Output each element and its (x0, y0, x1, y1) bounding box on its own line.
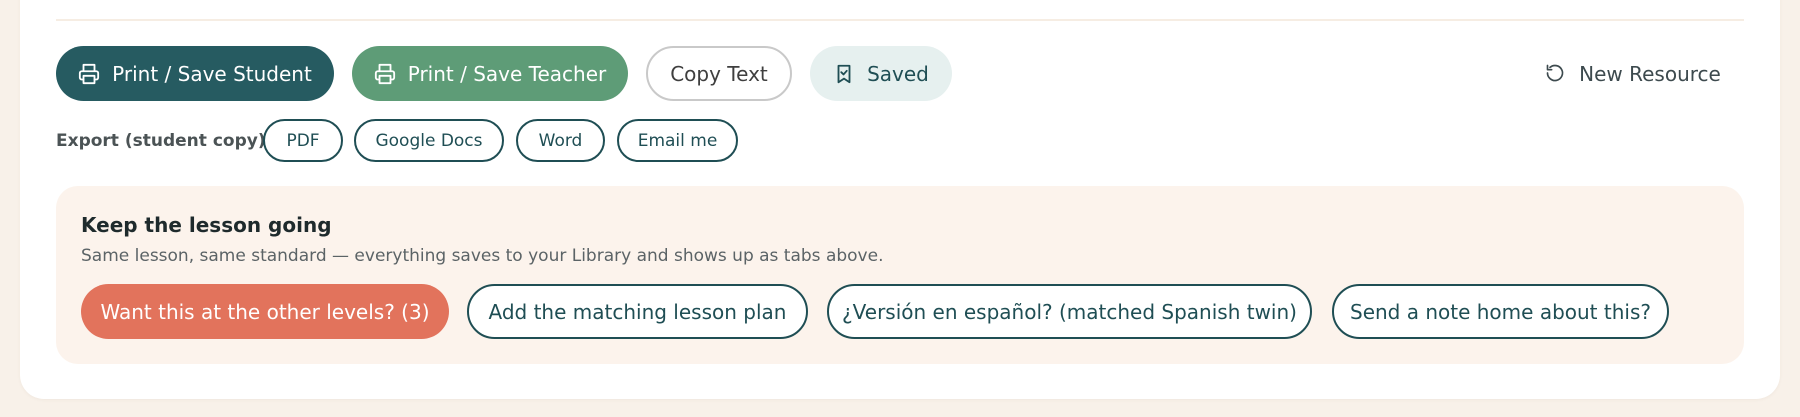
action-bar: Print / Save Student Print / Save Teache… (56, 46, 1744, 101)
printer-icon (78, 63, 100, 85)
print-save-student-label: Print / Save Student (112, 61, 312, 86)
print-save-student-button[interactable]: Print / Save Student (56, 46, 334, 101)
add-lesson-plan-button[interactable]: Add the matching lesson plan (467, 284, 808, 339)
copy-text-button[interactable]: Copy Text (646, 46, 792, 101)
other-levels-button[interactable]: Want this at the other levels? (3) (81, 284, 449, 339)
export-pdf-button[interactable]: PDF (263, 119, 343, 162)
export-label: Export (student copy): (56, 131, 273, 151)
export-email-button[interactable]: Email me (617, 119, 738, 162)
saved-label: Saved (867, 61, 929, 86)
new-resource-button[interactable]: New Resource (1522, 46, 1744, 101)
export-google-docs-button[interactable]: Google Docs (354, 119, 504, 162)
print-save-teacher-label: Print / Save Teacher (407, 61, 607, 86)
keep-lesson-going-panel: Keep the lesson going Same lesson, same … (56, 186, 1744, 364)
new-resource-label: New Resource (1579, 61, 1721, 86)
saved-button[interactable]: Saved (810, 46, 952, 101)
divider (56, 19, 1744, 21)
refresh-icon (1545, 63, 1567, 85)
panel-title: Keep the lesson going (81, 213, 332, 237)
print-save-teacher-button[interactable]: Print / Save Teacher (352, 46, 628, 101)
spanish-version-button[interactable]: ¿Versión en español? (matched Spanish tw… (827, 284, 1312, 339)
send-note-home-button[interactable]: Send a note home about this? (1332, 284, 1669, 339)
bookmark-check-icon (833, 63, 855, 85)
export-word-button[interactable]: Word (516, 119, 605, 162)
panel-subtitle: Same lesson, same standard — everything … (81, 246, 884, 266)
printer-icon (374, 63, 396, 85)
export-row: Export (student copy): PDF Google Docs W… (56, 119, 1056, 162)
copy-text-label: Copy Text (670, 61, 768, 86)
